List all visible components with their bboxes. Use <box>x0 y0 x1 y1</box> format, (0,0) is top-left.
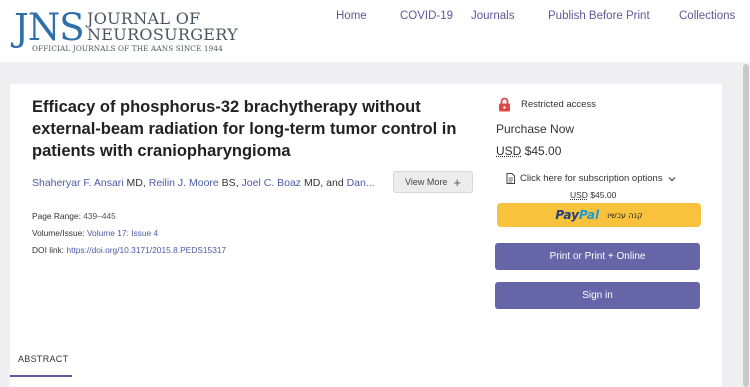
site-logo[interactable]: JNS JOURNAL OF NEUROSURGERY OFFICIAL JOU… <box>14 6 244 56</box>
volume-label: Volume/Issue: <box>32 228 85 238</box>
author-list: Shaheryar F. Ansari MD, Reilin J. Moore … <box>32 177 392 189</box>
price: USD $45.00 <box>496 144 561 158</box>
logo-line-2: NEUROSURGERY <box>87 25 238 44</box>
chevron-down-icon <box>668 176 676 181</box>
paypal-button[interactable]: PayPal קנה עכשיו <box>497 203 701 227</box>
currency: USD <box>570 190 588 200</box>
tab-abstract[interactable]: ABSTRACT <box>18 354 68 364</box>
nav-home[interactable]: Home <box>336 10 367 22</box>
nav-journals[interactable]: Journals <box>471 10 514 22</box>
site-header: JNS JOURNAL OF NEUROSURGERY OFFICIAL JOU… <box>0 0 750 62</box>
article-card: Efficacy of phosphorus-32 brachytherapy … <box>10 84 722 387</box>
author-degree: MD, and <box>301 177 347 189</box>
page-range-label: Page Range: <box>32 211 81 221</box>
currency: USD <box>496 144 522 158</box>
subscription-options-label: Click here for subscription options <box>520 173 663 184</box>
author-link[interactable]: Joel C. Boaz <box>242 177 302 189</box>
view-more-button[interactable]: View More + <box>393 171 473 193</box>
document-icon <box>506 173 515 184</box>
view-more-label: View More <box>405 177 448 187</box>
paypal-logo-pay: Pay <box>555 208 579 222</box>
restricted-access-label: Restricted access <box>521 99 596 110</box>
logo-tagline: OFFICIAL JOURNALS OF THE AANS SINCE 1944 <box>32 44 223 53</box>
author-degree: BS, <box>218 177 242 189</box>
author-link[interactable]: Shaheryar F. Ansari <box>32 177 124 189</box>
volume-issue: Volume/Issue: Volume 17: Issue 4 <box>32 228 158 238</box>
paypal-logo-pal: Pal <box>578 208 600 222</box>
author-link[interactable]: Dan... <box>347 177 375 189</box>
page-range-value: 439–445 <box>83 211 116 221</box>
doi-link[interactable]: https://doi.org/10.3171/2015.8.PEDS15317 <box>66 245 226 255</box>
tab-active-indicator <box>10 375 72 377</box>
nav-publish-before-print[interactable]: Publish Before Print <box>548 10 650 22</box>
scrollbar-thumb[interactable] <box>743 64 749 387</box>
lock-icon <box>499 97 510 112</box>
nav-collections[interactable]: Collections <box>679 10 735 22</box>
volume-link[interactable]: Volume 17: Issue 4 <box>87 228 158 238</box>
print-online-button[interactable]: Print or Print + Online <box>495 243 700 270</box>
nav-covid-19[interactable]: COVID-19 <box>400 10 453 22</box>
price-value: $45.00 <box>524 144 562 158</box>
paypal-logo: PayPal <box>555 208 599 222</box>
price-value: $45.00 <box>590 190 617 200</box>
article-title: Efficacy of phosphorus-32 brachytherapy … <box>32 98 457 160</box>
purchase-now-heading: Purchase Now <box>496 122 575 136</box>
page-range: Page Range: 439–445 <box>32 211 116 221</box>
author-link[interactable]: Reilin J. Moore <box>149 177 219 189</box>
doi-label: DOI link: <box>32 245 65 255</box>
sign-in-button[interactable]: Sign in <box>495 282 700 309</box>
subscription-price: USD $45.00 <box>570 190 616 200</box>
subscription-options-toggle[interactable]: Click here for subscription options <box>506 173 676 184</box>
author-degree: MD, <box>123 177 149 189</box>
paypal-buy-now-label: קנה עכשיו <box>607 210 643 220</box>
plus-icon: + <box>453 174 461 190</box>
doi: DOI link: https://doi.org/10.3171/2015.8… <box>32 245 226 255</box>
